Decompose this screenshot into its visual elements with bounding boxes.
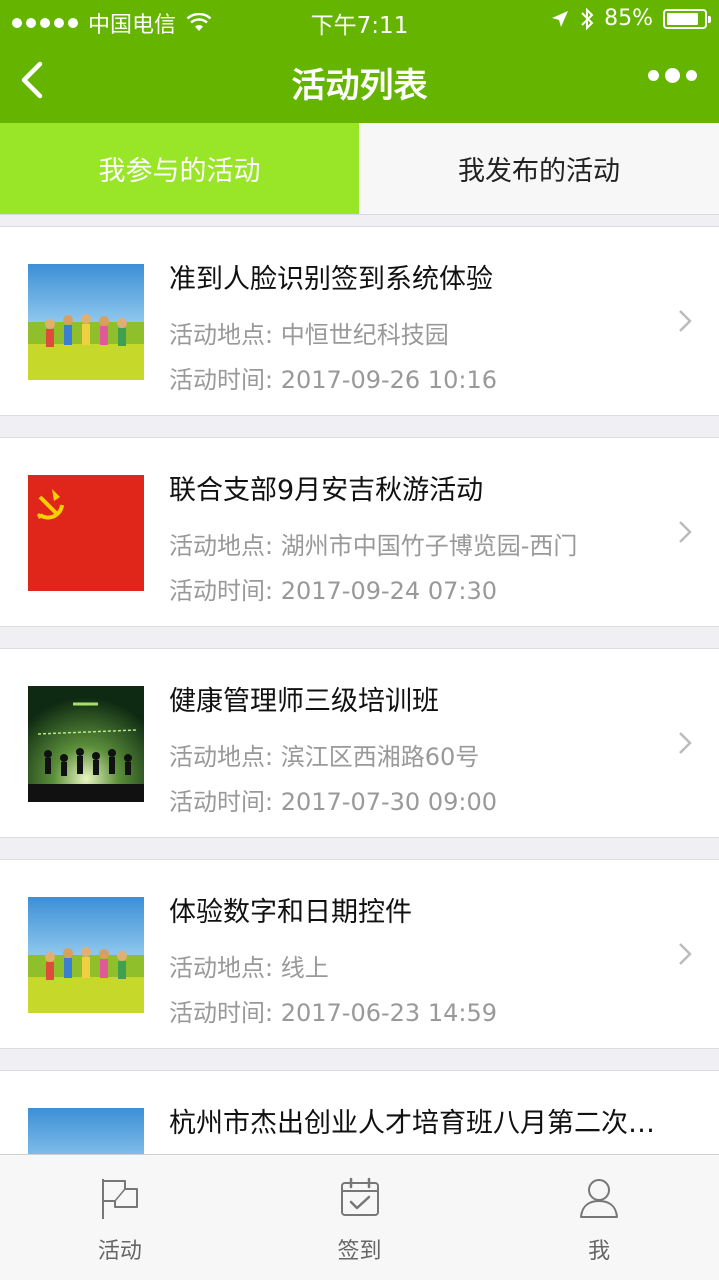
calendar-check-icon (340, 1177, 379, 1216)
more-dot (665, 68, 680, 83)
tab-joined-activities[interactable]: 我参与的活动 (0, 123, 359, 214)
chevron-right-icon (679, 732, 692, 754)
tabbar-label: 活动 (97, 1239, 142, 1264)
activity-card[interactable]: 准到人脸识别签到系统体验 活动地点: 中恒世纪科技园 活动时间: 2017-09… (0, 226, 719, 416)
activity-location: 活动地点: 滨江区西湘路60号 (169, 743, 480, 771)
battery-percent: 85% (604, 6, 653, 31)
user-icon (580, 1179, 619, 1218)
more-button[interactable] (648, 68, 697, 83)
chevron-right-icon (679, 943, 692, 965)
more-dot (686, 70, 697, 81)
tabbar-item-activities[interactable]: 活动 (0, 1155, 240, 1280)
tabbar-item-checkin[interactable]: 签到 (240, 1155, 480, 1280)
tabbar-label: 签到 (337, 1239, 382, 1264)
flag-icon (101, 1179, 138, 1219)
top-bar: 中国电信 下午7:11 85% 活动列表 (0, 0, 719, 123)
activity-image-kids-field (28, 897, 144, 1013)
tabbar-item-me[interactable]: 我 (479, 1155, 719, 1280)
segment-tabs: 我参与的活动 我发布的活动 (0, 123, 719, 215)
activity-image-youth-silhouette (28, 686, 144, 802)
activity-title: 联合支部9月安吉秋游活动 (169, 475, 484, 506)
activity-location: 活动地点: 中恒世纪科技园 (169, 321, 449, 349)
status-bar: 中国电信 下午7:11 85% (0, 0, 719, 40)
activity-image-party-flag (28, 475, 144, 591)
page-title: 活动列表 (291, 66, 428, 106)
chevron-right-icon (679, 310, 692, 332)
battery-icon (663, 8, 711, 29)
activity-location: 活动地点: 湖州市中国竹子博览园-西门 (169, 532, 578, 560)
activity-card[interactable]: 联合支部9月安吉秋游活动 活动地点: 湖州市中国竹子博览园-西门 活动时间: 2… (0, 437, 719, 627)
location-arrow-icon (552, 10, 569, 27)
activity-time: 活动时间: 2017-06-23 14:59 (169, 999, 497, 1027)
tab-published-activities[interactable]: 我发布的活动 (359, 123, 719, 214)
activity-title: 体验数字和日期控件 (169, 897, 412, 928)
activity-card[interactable]: 体验数字和日期控件 活动地点: 线上 活动时间: 2017-06-23 14:5… (0, 859, 719, 1049)
activity-image-kids-field (28, 264, 144, 380)
activity-location: 活动地点: 线上 (169, 954, 329, 982)
bluetooth-icon (581, 7, 594, 30)
activity-title: 杭州市杰出创业人才培育班八月第二次… (169, 1108, 655, 1139)
battery-fill (667, 12, 698, 25)
activity-time: 活动时间: 2017-09-26 10:16 (169, 366, 497, 394)
tabbar-label: 我 (588, 1239, 611, 1264)
activity-time: 活动时间: 2017-09-24 07:30 (169, 577, 497, 605)
activity-title: 健康管理师三级培训班 (169, 686, 439, 717)
chevron-right-icon (679, 521, 692, 543)
activity-time: 活动时间: 2017-07-30 09:00 (169, 788, 497, 816)
activity-card[interactable]: 健康管理师三级培训班 活动地点: 滨江区西湘路60号 活动时间: 2017-07… (0, 648, 719, 838)
bottom-tab-bar: 活动 签到 我 (0, 1154, 719, 1280)
activity-title: 准到人脸识别签到系统体验 (169, 264, 493, 295)
more-dot (648, 70, 659, 81)
